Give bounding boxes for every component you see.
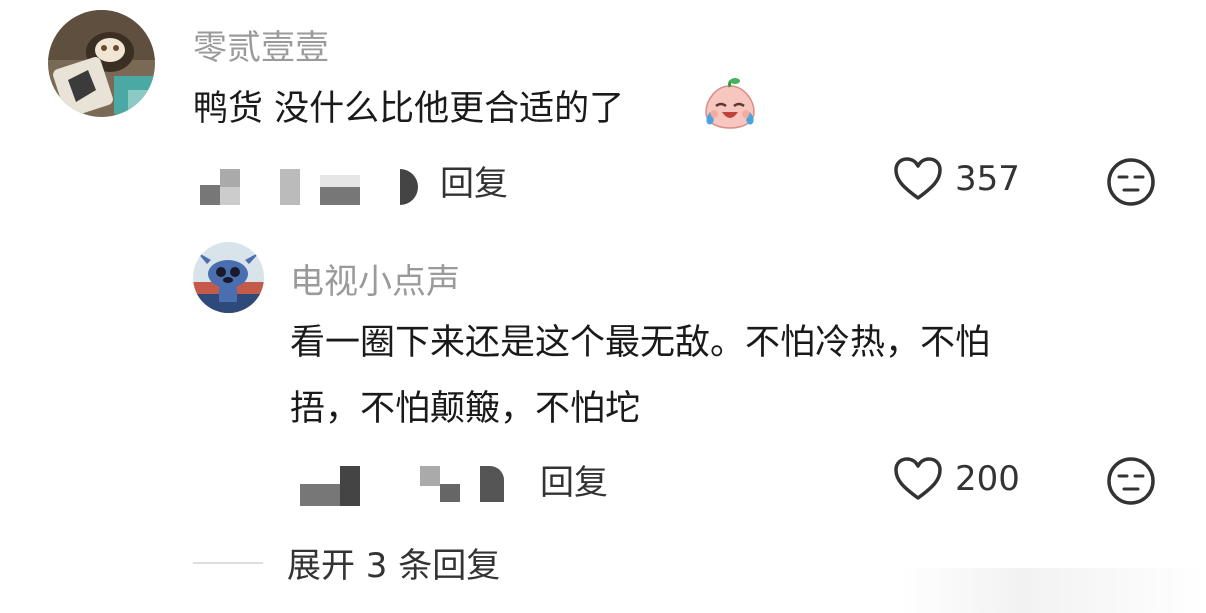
- heart-icon: [894, 457, 942, 500]
- username[interactable]: 电视小点声: [290, 254, 460, 303]
- expand-replies-button[interactable]: 展开 3 条回复: [193, 538, 500, 587]
- like-count: 357: [955, 159, 1020, 199]
- heart-icon: [894, 157, 942, 200]
- reply-button[interactable]: 回复: [540, 455, 608, 504]
- comment-text: 鸭货 没什么比他更合适的了: [193, 92, 624, 127]
- comment-text-line-1: 看一圈下来还是这个最无敌。不怕冷热，不怕: [290, 323, 991, 363]
- crying-laughing-face-icon: [702, 78, 758, 130]
- timestamp-mosaic: [300, 462, 530, 507]
- comment-text-line-2: 捂，不怕颠簸，不怕坨: [290, 389, 641, 429]
- comment-body: 鸭货 没什么比他更合适的了: [193, 89, 625, 129]
- expand-replies-label: 展开 3 条回复: [287, 546, 501, 586]
- timestamp-mosaic: [200, 165, 430, 210]
- like-count: 200: [955, 459, 1020, 499]
- username[interactable]: 零贰壹壹: [193, 20, 329, 69]
- reply-button[interactable]: 回复: [440, 156, 508, 205]
- dislike-button[interactable]: [1106, 456, 1156, 510]
- watermark-strip: [900, 568, 1206, 613]
- divider: [193, 561, 263, 564]
- like-button[interactable]: 357: [893, 156, 1020, 202]
- unamused-face-icon: [1107, 158, 1155, 206]
- avatar[interactable]: [48, 10, 155, 117]
- avatar[interactable]: [193, 242, 264, 313]
- dislike-button[interactable]: [1106, 157, 1156, 211]
- unamused-face-icon: [1107, 457, 1155, 505]
- like-button[interactable]: 200: [893, 456, 1020, 502]
